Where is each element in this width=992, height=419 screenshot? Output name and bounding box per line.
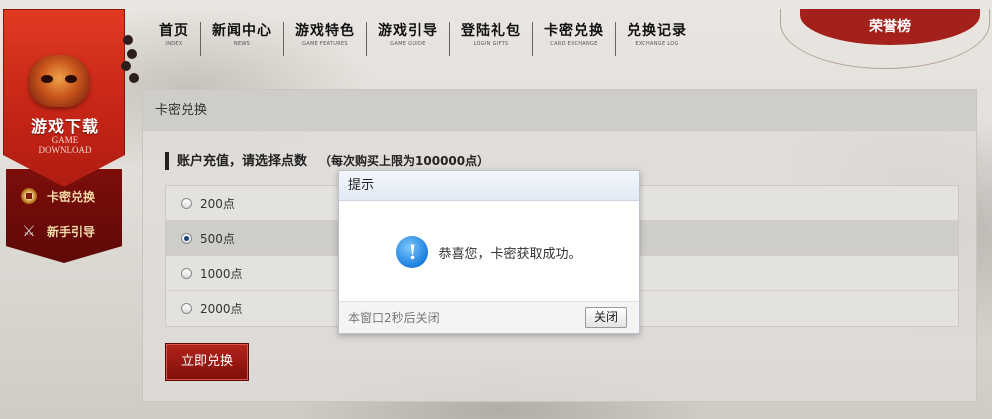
radio-button[interactable]: [181, 197, 192, 209]
tassel-decoration: [117, 27, 141, 87]
dialog-message: 恭喜您，卡密获取成功。: [438, 246, 582, 262]
nav-sublabel: GAME GUIDE: [390, 41, 426, 47]
info-icon: !: [396, 236, 429, 268]
nav-label: 游戏引导: [378, 23, 438, 39]
dialog-title: 提示: [339, 171, 639, 201]
nav-item-features[interactable]: 游戏特色 GAME FEATURES: [284, 22, 367, 56]
alert-dialog: 提示 ! 恭喜您，卡密获取成功。 本窗口2秒后关闭 关闭: [338, 170, 640, 334]
sidebar-item-label: 卡密兑换: [47, 189, 96, 204]
sidebar-item-newbie-guide[interactable]: ⚔ 新手引导: [21, 220, 121, 242]
nav-item-news[interactable]: 新闻中心 NEWS: [201, 22, 284, 56]
nav-label: 首页: [159, 23, 189, 39]
section-title: 账户充值，请选择点数 （每次购买上限为100000点）: [165, 152, 489, 170]
nav-sublabel: LOGIN GIFTS: [473, 41, 509, 47]
nav-sublabel: EXCHANGE LOG: [635, 41, 679, 47]
nav-sublabel: GAME FEATURES: [302, 41, 348, 47]
top-nav: 首页 INDEX 新闻中心 NEWS 游戏特色 GAME FEATURES 游戏…: [148, 22, 698, 56]
sidebar-item-card-exchange[interactable]: 卡密兑换: [21, 185, 121, 207]
swords-icon: ⚔: [22, 222, 36, 240]
section-title-text: 账户充值，请选择点数: [177, 154, 308, 169]
download-subtitle-line1: GAME: [51, 135, 79, 145]
option-label: 2000点: [200, 302, 243, 316]
option-label: 200点: [200, 196, 235, 211]
download-ribbon: 游戏下载 GAME DOWNLOAD 卡密兑换 ⚔ 新手引导: [3, 9, 139, 263]
radio-button[interactable]: [181, 267, 192, 279]
coin-icon: [21, 188, 37, 204]
nav-item-card-exchange[interactable]: 卡密兑换 CARD EXCHANGE: [533, 22, 616, 56]
nav-item-login-gifts[interactable]: 登陆礼包 LOGIN GIFTS: [450, 22, 533, 56]
dialog-body: ! 恭喜您，卡密获取成功。: [339, 201, 639, 303]
option-label: 1000点: [200, 266, 243, 281]
nav-item-guide[interactable]: 游戏引导 GAME GUIDE: [367, 22, 450, 56]
dialog-footer: 本窗口2秒后关闭 关闭: [339, 301, 639, 333]
radio-button[interactable]: [181, 303, 192, 314]
nav-label: 登陆礼包: [461, 23, 521, 39]
nav-label: 卡密兑换: [544, 23, 604, 39]
nav-sublabel: INDEX: [165, 41, 183, 47]
nav-label: 游戏特色: [295, 23, 355, 39]
nav-sublabel: NEWS: [233, 41, 251, 47]
download-subtitle-line2: DOWNLOAD: [38, 145, 92, 155]
nav-sublabel: CARD EXCHANGE: [550, 41, 598, 47]
nav-label: 兑换记录: [627, 23, 687, 39]
nav-label: 新闻中心: [212, 23, 272, 39]
section-note: （每次购买上限为100000点）: [319, 154, 490, 168]
close-button[interactable]: 关闭: [584, 307, 627, 328]
opera-mask-logo: [29, 55, 89, 107]
redeem-button[interactable]: 立即兑换: [165, 343, 249, 381]
radio-button-selected[interactable]: [181, 232, 192, 244]
panel-title: 卡密兑换: [143, 90, 976, 132]
auto-close-text: 本窗口2秒后关闭: [348, 311, 440, 325]
sidebar-item-label: 新手引导: [47, 224, 96, 239]
option-label: 500点: [200, 231, 235, 246]
nav-item-index[interactable]: 首页 INDEX: [148, 22, 201, 56]
download-title[interactable]: 游戏下载: [13, 113, 117, 137]
download-subtitle: GAME DOWNLOAD: [13, 135, 117, 155]
nav-item-exchange-log[interactable]: 兑换记录 EXCHANGE LOG: [616, 22, 698, 56]
